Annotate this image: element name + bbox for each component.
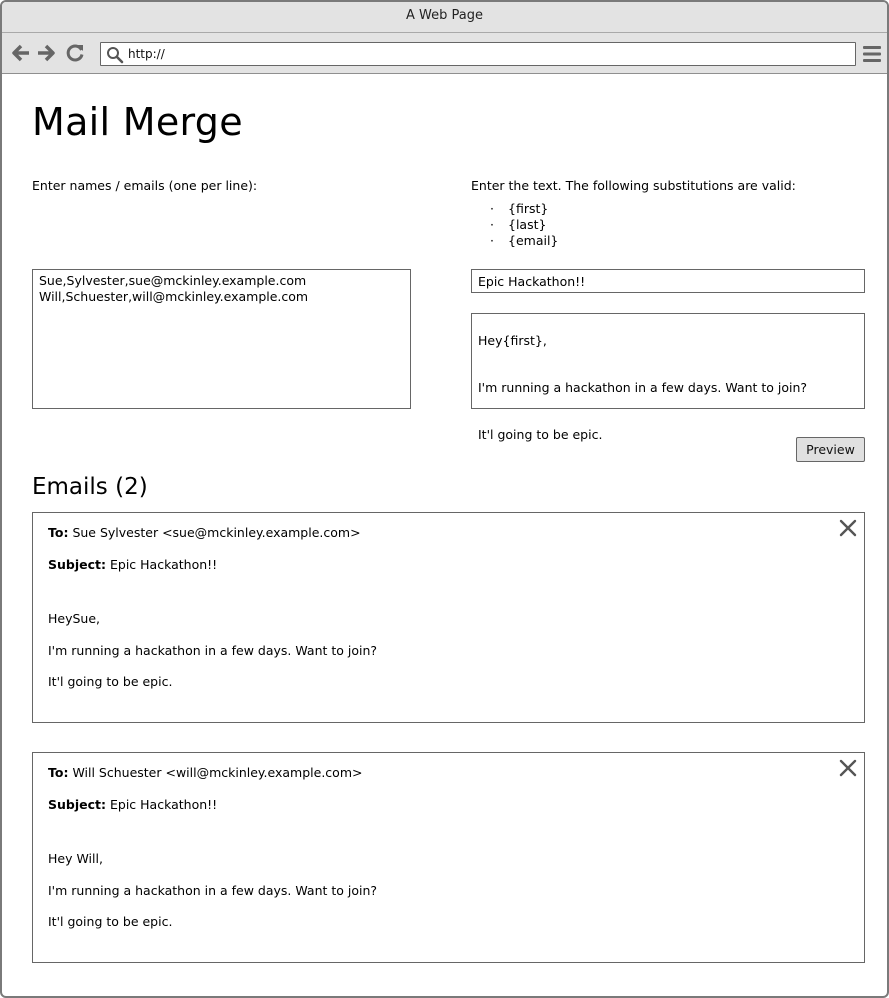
browser-toolbar: http:// <box>2 33 887 74</box>
to-value: Will Schuester <will@mckinley.example.co… <box>72 765 363 780</box>
email-card: To: Sue Sylvester <sue@mckinley.example.… <box>32 512 865 723</box>
to-value: Sue Sylvester <sue@mckinley.example.com> <box>72 525 361 540</box>
email-body-line: I'm running a hackathon in a few days. W… <box>48 643 378 658</box>
email-subject: Subject: Epic Hackathon!! <box>48 557 217 572</box>
email-greeting: HeySue, <box>48 611 101 626</box>
body-textarea[interactable]: Hey{first}, I'm running a hackathon in a… <box>471 313 865 442</box>
forward-arrow-icon[interactable] <box>35 42 57 64</box>
substitution-last: {last} <box>490 217 558 233</box>
window-titlebar: A Web Page <box>2 2 887 33</box>
subject-value: Epic Hackathon!! <box>109 797 218 812</box>
text-label: Enter the text. The following substituti… <box>471 178 796 193</box>
email-body-line: It'l going to be epic. <box>48 914 173 929</box>
address-bar[interactable]: http:// <box>100 42 856 66</box>
names-label: Enter names / emails (one per line): <box>32 178 258 193</box>
names-textarea[interactable]: Sue,Sylvester,sue@mckinley.example.com W… <box>32 269 411 409</box>
substitution-first: {first} <box>490 201 558 217</box>
hamburger-menu-icon[interactable] <box>862 44 882 64</box>
email-body-line: I'm running a hackathon in a few days. W… <box>48 883 378 898</box>
url-text[interactable]: http:// <box>128 43 165 66</box>
to-label: To: <box>48 525 69 540</box>
emails-heading: Emails (2) <box>32 474 148 500</box>
search-icon <box>107 47 124 64</box>
subject-input[interactable]: Epic Hackathon!! <box>471 269 865 293</box>
body-line: I'm running a hackathon in a few days. W… <box>478 380 808 395</box>
email-card: To: Will Schuester <will@mckinley.exampl… <box>32 752 865 963</box>
email-greeting: Hey Will, <box>48 851 103 866</box>
body-line: Hey{first}, <box>478 333 547 348</box>
close-icon[interactable] <box>839 759 857 777</box>
close-icon[interactable] <box>839 519 857 537</box>
subject-label: Subject: <box>48 797 106 812</box>
email-body-line: It'l going to be epic. <box>48 674 173 689</box>
email-to: To: Will Schuester <will@mckinley.exampl… <box>48 765 362 780</box>
page-title: Mail Merge <box>32 100 243 144</box>
subject-value: Epic Hackathon!! <box>109 557 218 572</box>
substitution-email: {email} <box>490 233 558 249</box>
email-subject: Subject: Epic Hackathon!! <box>48 797 217 812</box>
preview-button[interactable]: Preview <box>796 437 865 462</box>
subject-label: Subject: <box>48 557 106 572</box>
substitutions-list: {first} {last} {email} <box>490 201 558 249</box>
email-to: To: Sue Sylvester <sue@mckinley.example.… <box>48 525 361 540</box>
browser-window: A Web Page http:// Mail Merge Enter name… <box>0 0 889 998</box>
to-label: To: <box>48 765 69 780</box>
window-title: A Web Page <box>406 8 483 23</box>
back-arrow-icon[interactable] <box>10 42 32 64</box>
reload-icon[interactable] <box>64 42 86 64</box>
